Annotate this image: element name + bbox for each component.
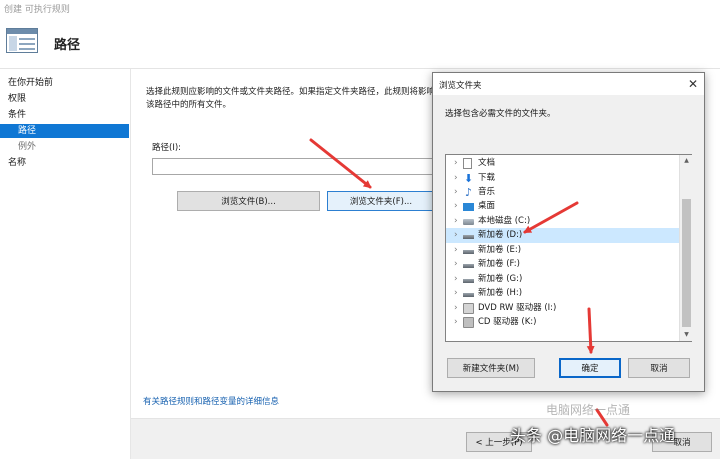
dialog-prompt: 选择包含必需文件的文件夹。: [445, 109, 556, 119]
chevron-right-icon[interactable]: ›: [454, 185, 458, 200]
close-icon[interactable]: ✕: [685, 76, 701, 92]
tree-item-documents[interactable]: › 文档: [446, 156, 679, 171]
tree-item-drive-e[interactable]: › 新加卷 (E:): [446, 243, 679, 258]
chevron-right-icon[interactable]: ›: [454, 228, 458, 243]
chevron-right-icon[interactable]: ›: [454, 243, 458, 258]
ok-button[interactable]: 确定: [559, 358, 621, 378]
dialog-cancel-button[interactable]: 取消: [628, 358, 690, 378]
music-icon: ♪: [464, 186, 473, 199]
drive-icon: [463, 279, 474, 283]
window-title: 创建 可执行规则: [4, 5, 70, 15]
step-permissions[interactable]: 权限: [8, 92, 26, 106]
new-folder-button[interactable]: 新建文件夹(M): [447, 358, 535, 378]
tree-scrollbar[interactable]: ▲ ▼: [679, 155, 692, 341]
tree-item-music[interactable]: › ♪ 音乐: [446, 185, 679, 200]
watermark: 头条 @电脑网络一点通: [510, 426, 676, 445]
download-icon: ⬇: [463, 172, 474, 185]
step-exceptions[interactable]: 例外: [18, 140, 36, 154]
chevron-right-icon[interactable]: ›: [454, 301, 458, 316]
path-input[interactable]: [152, 158, 434, 175]
scroll-down-icon[interactable]: ▼: [680, 329, 693, 341]
browse-folders-button[interactable]: 浏览文件夹(F)...: [327, 191, 435, 211]
tree-item-cd-drive[interactable]: › CD 驱动器 (K:): [446, 315, 679, 330]
step-before-you-begin[interactable]: 在你开始前: [8, 76, 53, 90]
chevron-right-icon[interactable]: ›: [454, 272, 458, 287]
chevron-right-icon[interactable]: ›: [454, 199, 458, 214]
tree-item-drive-h[interactable]: › 新加卷 (H:): [446, 286, 679, 301]
step-path[interactable]: 路径: [0, 124, 129, 138]
dvd-drive-icon: [463, 303, 474, 314]
scroll-up-icon[interactable]: ▲: [680, 155, 693, 167]
tree-item-dvd-drive[interactable]: › DVD RW 驱动器 (I:): [446, 301, 679, 316]
step-name[interactable]: 名称: [8, 156, 26, 170]
drive-icon: [463, 235, 474, 239]
dialog-title: 浏览文件夹: [439, 81, 482, 91]
chevron-right-icon[interactable]: ›: [454, 315, 458, 330]
path-label: 路径(I):: [152, 143, 182, 153]
chevron-right-icon[interactable]: ›: [454, 214, 458, 229]
folder-tree[interactable]: › 文档 › ⬇ 下载 › ♪ 音乐 › 桌面 › 本地磁盘 (C:) › 新加…: [445, 154, 692, 342]
page-title: 路径: [54, 38, 81, 53]
scroll-thumb[interactable]: [682, 199, 691, 327]
drive-icon: [463, 293, 474, 297]
drive-icon: [463, 250, 474, 254]
document-icon: [463, 158, 472, 169]
step-conditions[interactable]: 条件: [8, 108, 26, 122]
tree-item-drive-d[interactable]: › 新加卷 (D:): [446, 228, 679, 243]
desktop-icon: [463, 203, 474, 211]
tree-item-drive-g[interactable]: › 新加卷 (G:): [446, 272, 679, 287]
tree-item-drive-f[interactable]: › 新加卷 (F:): [446, 257, 679, 272]
browse-files-button[interactable]: 浏览文件(B)...: [177, 191, 320, 211]
rule-wizard-icon: [6, 28, 38, 53]
tree-item-desktop[interactable]: › 桌面: [446, 199, 679, 214]
system-drive-icon: [463, 219, 474, 225]
chevron-right-icon[interactable]: ›: [454, 156, 458, 171]
tree-item-downloads[interactable]: › ⬇ 下载: [446, 171, 679, 186]
chevron-right-icon[interactable]: ›: [454, 171, 458, 186]
chevron-right-icon[interactable]: ›: [454, 286, 458, 301]
chevron-right-icon[interactable]: ›: [454, 257, 458, 272]
browse-folder-dialog: 浏览文件夹 ✕ 选择包含必需文件的文件夹。 › 文档 › ⬇ 下载 › ♪ 音乐…: [432, 72, 705, 392]
path-description: 选择此规则应影响的文件或文件夹路径。如果指定文件夹路径，此规则将影响该路径中的所…: [146, 87, 436, 110]
watermark-faint: 电脑网络一点通: [546, 403, 631, 417]
drive-icon: [463, 264, 474, 268]
path-rules-info-link[interactable]: 有关路径规则和路径变量的详细信息: [143, 395, 279, 407]
tree-item-drive-c[interactable]: › 本地磁盘 (C:): [446, 214, 679, 229]
cd-drive-icon: [463, 317, 474, 328]
